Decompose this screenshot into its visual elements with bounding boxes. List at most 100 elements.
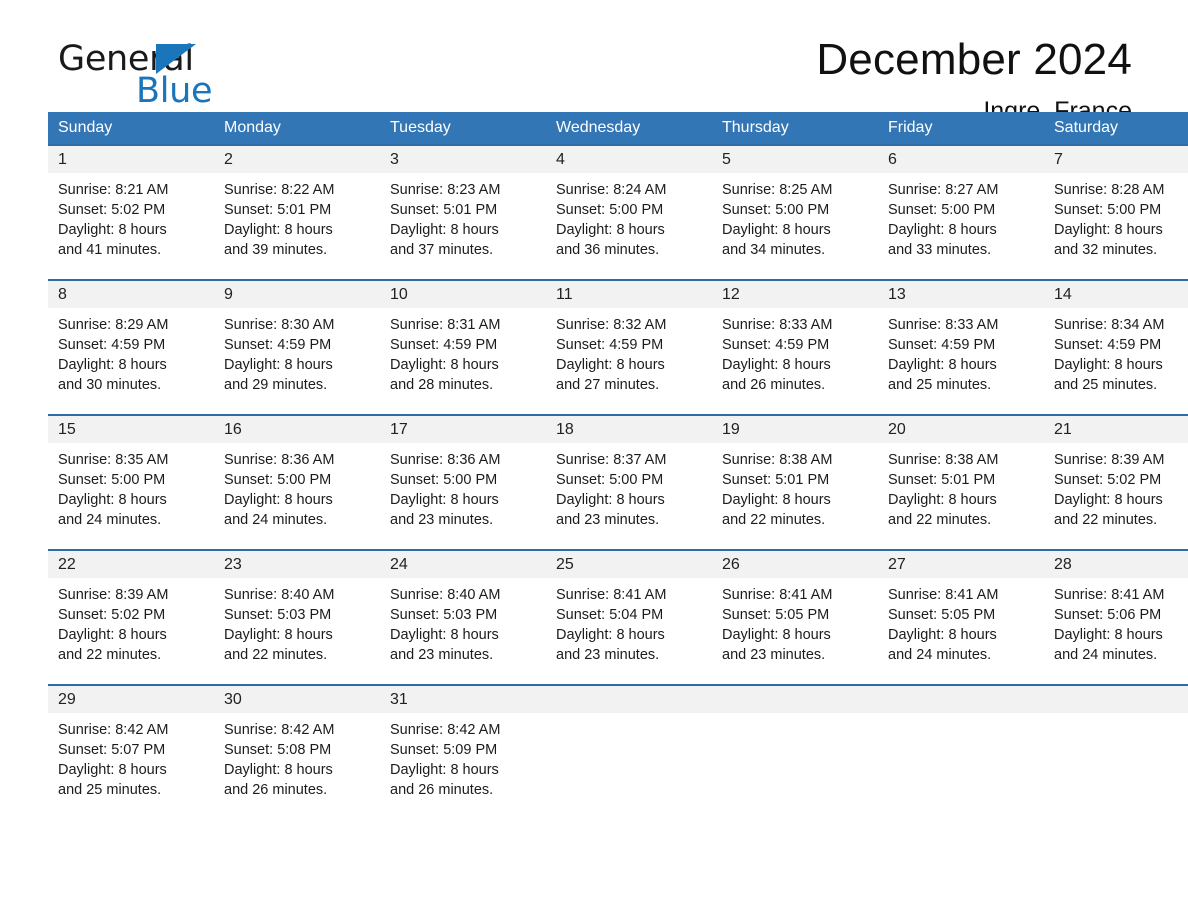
day-details: Sunrise: 8:36 AM Sunset: 5:00 PM Daylight:… xyxy=(380,443,546,530)
sunrise-text: Sunrise: 8:27 AM xyxy=(888,182,999,198)
calendar-day-cell[interactable]: 28 Sunrise: 8:41 AM Sunset: 5:06 PM Dayligh… xyxy=(1044,549,1188,685)
calendar-day-cell[interactable]: 3 Sunrise: 8:23 AM Sunset: 5:01 PM Daylight… xyxy=(380,144,546,280)
daylight-text-cont: and 27 minutes. xyxy=(556,377,660,393)
sunrise-text: Sunrise: 8:40 AM xyxy=(224,587,335,603)
daylight-text: Daylight: 8 hours xyxy=(224,357,333,373)
calendar-day-cell[interactable]: 11 Sunrise: 8:32 AM Sunset: 4:59 PM Dayligh… xyxy=(546,279,712,415)
calendar-day-cell[interactable]: 31 Sunrise: 8:42 AM Sunset: 5:09 PM Dayligh… xyxy=(380,684,546,805)
day-number: 22 xyxy=(48,551,214,578)
calendar-day-cell[interactable]: 12 Sunrise: 8:33 AM Sunset: 4:59 PM Dayligh… xyxy=(712,279,878,415)
daylight-text-cont: and 24 minutes. xyxy=(58,512,162,528)
weekday-header-thursday: Thursday xyxy=(722,119,789,136)
calendar-day-cell[interactable]: 19 Sunrise: 8:38 AM Sunset: 5:01 PM Dayligh… xyxy=(712,414,878,550)
sunset-text: Sunset: 5:02 PM xyxy=(1054,472,1162,488)
calendar-day-cell[interactable]: 18 Sunrise: 8:37 AM Sunset: 5:00 PM Dayligh… xyxy=(546,414,712,550)
day-number: 4 xyxy=(546,146,712,173)
day-number: 26 xyxy=(712,551,878,578)
day-details: Sunrise: 8:37 AM Sunset: 5:00 PM Daylight:… xyxy=(546,443,712,530)
daylight-text: Daylight: 8 hours xyxy=(390,222,499,238)
calendar-grid: Sunday Monday Tuesday Wednesday Thursday… xyxy=(48,112,1188,805)
calendar-day-cell[interactable]: 24 Sunrise: 8:40 AM Sunset: 5:03 PM Dayligh… xyxy=(380,549,546,685)
sunset-text: Sunset: 5:05 PM xyxy=(888,607,996,623)
sunset-text: Sunset: 4:59 PM xyxy=(390,337,498,353)
calendar-day-cell[interactable]: 2 Sunrise: 8:22 AM Sunset: 5:01 PM Daylight… xyxy=(214,144,380,280)
calendar-day-cell[interactable]: 14 Sunrise: 8:34 AM Sunset: 4:59 PM Dayligh… xyxy=(1044,279,1188,415)
sunset-text: Sunset: 5:00 PM xyxy=(888,202,996,218)
calendar-day-cell[interactable]: 1 Sunrise: 8:21 AM Sunset: 5:02 PM Daylight… xyxy=(48,144,214,280)
daylight-text: Daylight: 8 hours xyxy=(390,762,499,778)
daylight-text-cont: and 24 minutes. xyxy=(888,647,992,663)
daylight-text-cont: and 23 minutes. xyxy=(390,512,494,528)
daylight-text-cont: and 23 minutes. xyxy=(556,512,660,528)
calendar-day-cell[interactable]: 23 Sunrise: 8:40 AM Sunset: 5:03 PM Dayligh… xyxy=(214,549,380,685)
calendar-day-cell[interactable]: 8 Sunrise: 8:29 AM Sunset: 4:59 PM Daylight… xyxy=(48,279,214,415)
day-details: Sunrise: 8:29 AM Sunset: 4:59 PM Daylight:… xyxy=(48,308,214,395)
daylight-text-cont: and 26 minutes. xyxy=(722,377,826,393)
calendar-day-cell[interactable]: 30 Sunrise: 8:42 AM Sunset: 5:08 PM Dayligh… xyxy=(214,684,380,805)
day-number: 16 xyxy=(214,416,380,443)
daylight-text: Daylight: 8 hours xyxy=(390,627,499,643)
day-details: Sunrise: 8:23 AM Sunset: 5:01 PM Daylight:… xyxy=(380,173,546,260)
calendar-day-cell[interactable]: 15 Sunrise: 8:35 AM Sunset: 5:00 PM Dayligh… xyxy=(48,414,214,550)
calendar-empty-cell xyxy=(546,684,712,805)
general-blue-logo: General Blue xyxy=(58,42,278,114)
calendar-day-cell[interactable]: 5 Sunrise: 8:25 AM Sunset: 5:00 PM Daylight… xyxy=(712,144,878,280)
sunrise-text: Sunrise: 8:31 AM xyxy=(390,317,501,333)
day-details: Sunrise: 8:28 AM Sunset: 5:00 PM Daylight:… xyxy=(1044,173,1188,260)
sunrise-text: Sunrise: 8:41 AM xyxy=(556,587,667,603)
sunset-text: Sunset: 5:00 PM xyxy=(1054,202,1162,218)
daylight-text-cont: and 23 minutes. xyxy=(556,647,660,663)
daylight-text-cont: and 22 minutes. xyxy=(224,647,328,663)
daylight-text: Daylight: 8 hours xyxy=(1054,492,1163,508)
daylight-text-cont: and 41 minutes. xyxy=(58,242,162,258)
sunset-text: Sunset: 5:07 PM xyxy=(58,742,166,758)
daylight-text-cont: and 25 minutes. xyxy=(58,782,162,798)
day-details: Sunrise: 8:33 AM Sunset: 4:59 PM Daylight:… xyxy=(878,308,1044,395)
calendar-day-cell[interactable]: 17 Sunrise: 8:36 AM Sunset: 5:00 PM Dayligh… xyxy=(380,414,546,550)
calendar-day-cell[interactable]: 9 Sunrise: 8:30 AM Sunset: 4:59 PM Daylight… xyxy=(214,279,380,415)
calendar-day-cell[interactable]: 25 Sunrise: 8:41 AM Sunset: 5:04 PM Dayligh… xyxy=(546,549,712,685)
sunrise-text: Sunrise: 8:22 AM xyxy=(224,182,335,198)
weekday-header-monday: Monday xyxy=(224,119,281,136)
day-details: Sunrise: 8:42 AM Sunset: 5:07 PM Daylight:… xyxy=(48,713,214,800)
calendar-day-cell[interactable]: 22 Sunrise: 8:39 AM Sunset: 5:02 PM Dayligh… xyxy=(48,549,214,685)
sunrise-text: Sunrise: 8:42 AM xyxy=(224,722,335,738)
calendar-day-cell[interactable]: 26 Sunrise: 8:41 AM Sunset: 5:05 PM Dayligh… xyxy=(712,549,878,685)
sunset-text: Sunset: 4:59 PM xyxy=(556,337,664,353)
calendar-day-cell[interactable]: 29 Sunrise: 8:42 AM Sunset: 5:07 PM Dayligh… xyxy=(48,684,214,805)
day-details: Sunrise: 8:34 AM Sunset: 4:59 PM Daylight:… xyxy=(1044,308,1188,395)
sunset-text: Sunset: 5:00 PM xyxy=(224,472,332,488)
sunrise-text: Sunrise: 8:36 AM xyxy=(390,452,501,468)
calendar-day-cell[interactable]: 21 Sunrise: 8:39 AM Sunset: 5:02 PM Dayligh… xyxy=(1044,414,1188,550)
calendar-day-cell[interactable]: 6 Sunrise: 8:27 AM Sunset: 5:00 PM Daylight… xyxy=(878,144,1044,280)
calendar-empty-cell xyxy=(878,684,1044,805)
sunrise-text: Sunrise: 8:41 AM xyxy=(722,587,833,603)
daylight-text: Daylight: 8 hours xyxy=(722,357,831,373)
day-number: 10 xyxy=(380,281,546,308)
day-number: 18 xyxy=(546,416,712,443)
calendar-day-cell[interactable]: 13 Sunrise: 8:33 AM Sunset: 4:59 PM Dayligh… xyxy=(878,279,1044,415)
day-details: Sunrise: 8:41 AM Sunset: 5:05 PM Daylight:… xyxy=(712,578,878,665)
weekday-header-wednesday: Wednesday xyxy=(556,119,641,136)
daylight-text: Daylight: 8 hours xyxy=(1054,222,1163,238)
day-number: 21 xyxy=(1044,416,1188,443)
weekday-header-friday: Friday xyxy=(888,119,933,136)
calendar-day-cell[interactable]: 4 Sunrise: 8:24 AM Sunset: 5:00 PM Daylight… xyxy=(546,144,712,280)
calendar-day-cell[interactable]: 16 Sunrise: 8:36 AM Sunset: 5:00 PM Dayligh… xyxy=(214,414,380,550)
logo-text-blue: Blue xyxy=(136,71,213,111)
daylight-text: Daylight: 8 hours xyxy=(888,357,997,373)
calendar-day-cell[interactable]: 27 Sunrise: 8:41 AM Sunset: 5:05 PM Dayligh… xyxy=(878,549,1044,685)
calendar-day-cell[interactable]: 7 Sunrise: 8:28 AM Sunset: 5:00 PM Daylight… xyxy=(1044,144,1188,280)
day-number: 31 xyxy=(380,686,546,713)
daylight-text-cont: and 24 minutes. xyxy=(1054,647,1158,663)
sunrise-text: Sunrise: 8:34 AM xyxy=(1054,317,1165,333)
calendar-day-cell[interactable]: 20 Sunrise: 8:38 AM Sunset: 5:01 PM Dayligh… xyxy=(878,414,1044,550)
daylight-text: Daylight: 8 hours xyxy=(58,222,167,238)
day-details: Sunrise: 8:41 AM Sunset: 5:04 PM Daylight:… xyxy=(546,578,712,665)
daylight-text: Daylight: 8 hours xyxy=(556,492,665,508)
daylight-text-cont: and 26 minutes. xyxy=(224,782,328,798)
daylight-text: Daylight: 8 hours xyxy=(722,222,831,238)
calendar-day-cell[interactable]: 10 Sunrise: 8:31 AM Sunset: 4:59 PM Dayligh… xyxy=(380,279,546,415)
day-number: 12 xyxy=(712,281,878,308)
day-details: Sunrise: 8:42 AM Sunset: 5:09 PM Daylight:… xyxy=(380,713,546,800)
